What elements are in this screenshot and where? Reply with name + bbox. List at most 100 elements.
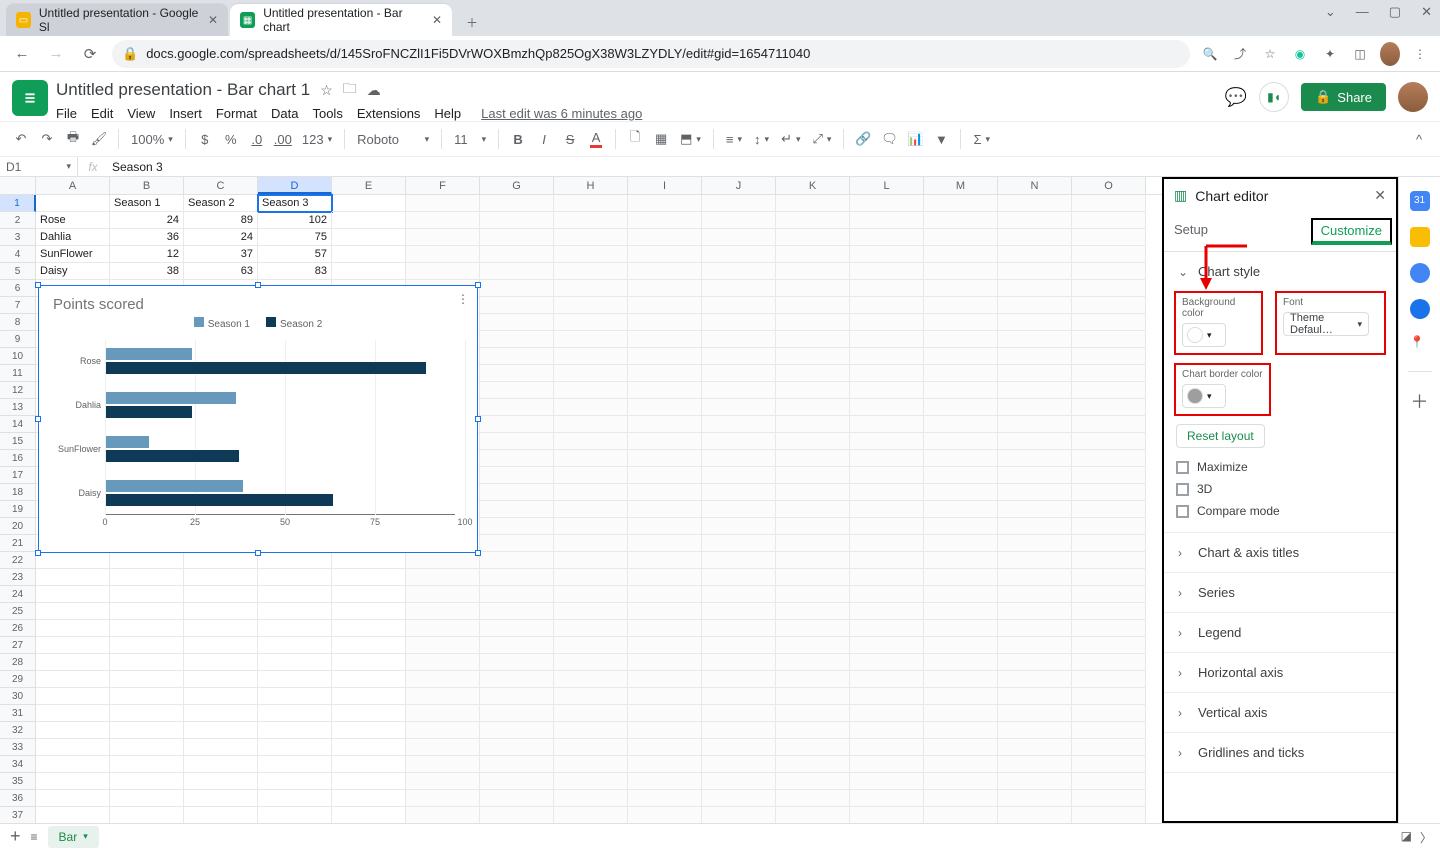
cell[interactable] [850, 365, 924, 382]
meet-button[interactable]: ▮◖ [1259, 82, 1289, 112]
cell[interactable] [110, 790, 184, 807]
print-button[interactable]: 🖶 [62, 127, 84, 151]
cell[interactable] [554, 552, 628, 569]
row-header[interactable]: 22 [0, 552, 36, 569]
cell[interactable] [1072, 314, 1146, 331]
cell[interactable] [850, 263, 924, 280]
cell[interactable] [702, 246, 776, 263]
cell[interactable] [702, 705, 776, 722]
close-tab-icon[interactable]: ✕ [208, 13, 218, 27]
cell[interactable] [702, 263, 776, 280]
number-format[interactable]: 123▾ [298, 132, 336, 147]
cell[interactable] [924, 501, 998, 518]
column-header[interactable]: M [924, 177, 998, 194]
cell[interactable] [998, 671, 1072, 688]
cell[interactable] [924, 722, 998, 739]
cell[interactable] [554, 569, 628, 586]
cell[interactable] [776, 195, 850, 212]
checkbox-compare[interactable] [1176, 505, 1189, 518]
column-header[interactable]: J [702, 177, 776, 194]
cell[interactable] [258, 637, 332, 654]
cell[interactable] [628, 501, 702, 518]
cell[interactable] [110, 807, 184, 823]
row-header[interactable]: 1 [0, 195, 36, 212]
embedded-chart[interactable]: Points scored ⋮ Season 1 Season 2 025507… [38, 285, 478, 553]
tab-setup[interactable]: Setup [1174, 212, 1208, 251]
cell[interactable] [998, 484, 1072, 501]
cell[interactable] [1072, 246, 1146, 263]
cell[interactable] [110, 586, 184, 603]
cloud-status-icon[interactable]: ☁ [367, 82, 381, 99]
cell[interactable] [184, 552, 258, 569]
cell[interactable] [1072, 739, 1146, 756]
cell[interactable] [36, 807, 110, 823]
row-header[interactable]: 20 [0, 518, 36, 535]
cell[interactable] [1072, 280, 1146, 297]
cell[interactable] [332, 229, 406, 246]
cell[interactable] [702, 484, 776, 501]
cell[interactable] [850, 433, 924, 450]
cell[interactable] [850, 773, 924, 790]
row-header[interactable]: 6 [0, 280, 36, 297]
cell[interactable] [110, 552, 184, 569]
cell[interactable] [184, 603, 258, 620]
filter-button[interactable]: ▼ [930, 127, 952, 151]
cell[interactable]: Dahlia [36, 229, 110, 246]
row-header[interactable]: 31 [0, 705, 36, 722]
cell[interactable] [36, 773, 110, 790]
cell[interactable] [480, 688, 554, 705]
column-header[interactable]: E [332, 177, 406, 194]
cell[interactable] [776, 246, 850, 263]
row-header[interactable]: 33 [0, 739, 36, 756]
cell[interactable] [702, 603, 776, 620]
cell[interactable] [554, 416, 628, 433]
contacts-icon[interactable] [1410, 299, 1430, 319]
font-picker[interactable]: Theme Defaul…▾ [1283, 312, 1369, 336]
cell[interactable] [258, 569, 332, 586]
cell[interactable] [628, 552, 702, 569]
cell[interactable] [406, 790, 480, 807]
cell[interactable] [332, 688, 406, 705]
cell[interactable] [628, 654, 702, 671]
cell[interactable] [110, 603, 184, 620]
cell[interactable] [110, 705, 184, 722]
cell[interactable] [1072, 229, 1146, 246]
cell[interactable] [628, 348, 702, 365]
cell[interactable] [184, 688, 258, 705]
forward-button[interactable]: → [44, 42, 68, 66]
cell[interactable] [406, 620, 480, 637]
cell[interactable] [184, 739, 258, 756]
cell[interactable] [1072, 501, 1146, 518]
cell[interactable] [480, 722, 554, 739]
cell[interactable] [850, 280, 924, 297]
cell[interactable]: 24 [184, 229, 258, 246]
cell[interactable] [258, 603, 332, 620]
cell[interactable] [258, 807, 332, 823]
cell[interactable] [480, 535, 554, 552]
cell[interactable] [258, 654, 332, 671]
menu-data[interactable]: Data [271, 106, 298, 121]
cell[interactable] [406, 263, 480, 280]
cell[interactable] [998, 756, 1072, 773]
row-header[interactable]: 14 [0, 416, 36, 433]
cell[interactable] [184, 620, 258, 637]
cell[interactable] [998, 620, 1072, 637]
cell[interactable]: 102 [258, 212, 332, 229]
cell[interactable] [406, 586, 480, 603]
cell[interactable] [850, 229, 924, 246]
url-input[interactable]: 🔒 docs.google.com/spreadsheets/d/145SroF… [112, 40, 1190, 68]
cell[interactable] [406, 552, 480, 569]
cell[interactable] [184, 569, 258, 586]
cell[interactable] [776, 739, 850, 756]
cell[interactable] [850, 331, 924, 348]
row-header[interactable]: 2 [0, 212, 36, 229]
cell[interactable] [776, 365, 850, 382]
cell[interactable] [628, 603, 702, 620]
row-header[interactable]: 11 [0, 365, 36, 382]
grammarly-icon[interactable]: ◉ [1290, 47, 1310, 61]
cell[interactable] [480, 229, 554, 246]
move-icon[interactable]: 🗀 [343, 78, 357, 102]
cell[interactable] [924, 603, 998, 620]
cell[interactable] [924, 552, 998, 569]
cell[interactable] [258, 586, 332, 603]
